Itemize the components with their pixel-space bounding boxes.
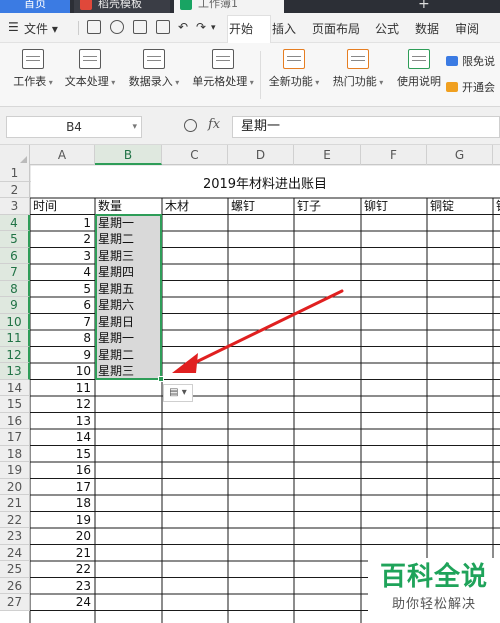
divider [260,51,261,99]
redo-icon[interactable]: ↷ [196,20,206,34]
new-tab-button[interactable]: + [418,0,430,12]
name-box[interactable]: B4 ▾ [6,116,142,138]
red-arrow-annotation [172,289,344,373]
window-tab-strip: 首页 稻壳模板 工作簿1 + [0,0,500,13]
formula-input[interactable]: 星期一 [232,116,500,138]
worksheet-button[interactable]: 工作表 [8,49,58,89]
export-icon[interactable] [110,20,124,34]
data-entry-button[interactable]: 数据录入 [124,49,184,89]
watermark-subtitle: 助你轻松解决 [391,597,476,612]
menu-data[interactable]: 数据 [415,20,439,37]
formula-bar: B4 ▾ fx 星期一 [0,107,500,145]
menu-page-layout[interactable]: 页面布局 [312,20,360,37]
cell-process-button[interactable]: 单元格处理 [188,49,258,89]
tab-docer-templates[interactable]: 稻壳模板 [74,0,170,13]
help-button[interactable]: 使用说明 [394,49,444,89]
watermark-logo: 百科全说 助你轻松解决 [368,558,500,623]
hot-feature-button[interactable]: 热门功能 [328,49,388,89]
text-process-icon [79,49,101,69]
membership-label: 开通会 [462,81,495,94]
help-icon [408,49,430,69]
print-icon[interactable] [133,20,147,34]
free-trial-label: 限免说 [462,55,495,68]
docer-icon [80,0,92,10]
free-trial-link[interactable]: 限免说 [446,53,495,69]
menu-review[interactable]: 审阅 [455,20,479,37]
ribbon-toolbar: 工作表 文本处理 数据录入 单元格处理 全新功能 热门功能 使用说明 限免说 开… [0,43,500,107]
save-icon[interactable] [87,20,101,34]
chevron-down-icon[interactable]: ▾ [132,117,137,137]
worksheet-icon [22,49,44,69]
worksheet-button-label: 工作表 [8,73,58,89]
membership-link[interactable]: 开通会 [446,79,495,95]
cell-process-button-label: 单元格处理 [188,73,258,89]
menu-file[interactable]: 文件 ▾ [24,20,58,37]
data-entry-icon [143,49,165,69]
quick-access-more-icon[interactable]: ▾ [211,23,216,33]
hamburger-icon[interactable]: ☰ [8,20,19,34]
menu-file-label: 文件 [24,22,49,36]
crown-icon [446,82,458,92]
name-box-value: B4 [66,120,82,134]
hot-feature-icon [347,49,369,69]
new-feature-button-label: 全新功能 [264,73,324,89]
tab-home[interactable]: 首页 [0,0,70,13]
cell-process-icon [212,49,234,69]
menu-insert[interactable]: 插入 [272,20,296,37]
menu-formulas[interactable]: 公式 [375,20,399,37]
data-entry-button-label: 数据录入 [124,73,184,89]
text-process-button-label: 文本处理 [60,73,120,89]
tag-icon [446,56,458,66]
tab-workbook-label: 工作簿1 [198,0,238,10]
menu-home[interactable]: 开始 [229,20,253,37]
watermark-title: 百科全说 [379,562,488,592]
fx-icon[interactable]: fx [208,117,220,132]
divider [78,21,79,35]
help-button-label: 使用说明 [397,75,441,88]
menu-bar: ☰ 文件 ▾ ↶ ↷ ▾ 开始 插入 页面布局 公式 数据 审阅 [0,13,500,43]
zoom-icon[interactable] [184,119,197,132]
tab-workbook[interactable]: 工作簿1 [174,0,284,13]
undo-icon[interactable]: ↶ [178,20,188,34]
new-feature-button[interactable]: 全新功能 [264,49,324,89]
text-process-button[interactable]: 文本处理 [60,49,120,89]
tab-home-label: 首页 [24,0,46,10]
spreadsheet-icon [180,0,192,10]
new-feature-icon [283,49,305,69]
hot-feature-button-label: 热门功能 [328,73,388,89]
print-preview-icon[interactable] [156,20,170,34]
tab-docer-label: 稻壳模板 [98,0,142,10]
spreadsheet-grid[interactable]: ABCDEFG 1 2 3 4 5 6 7 8 9 10 11 12 13 14 15 16 17 18 19 20 2… [0,145,500,623]
